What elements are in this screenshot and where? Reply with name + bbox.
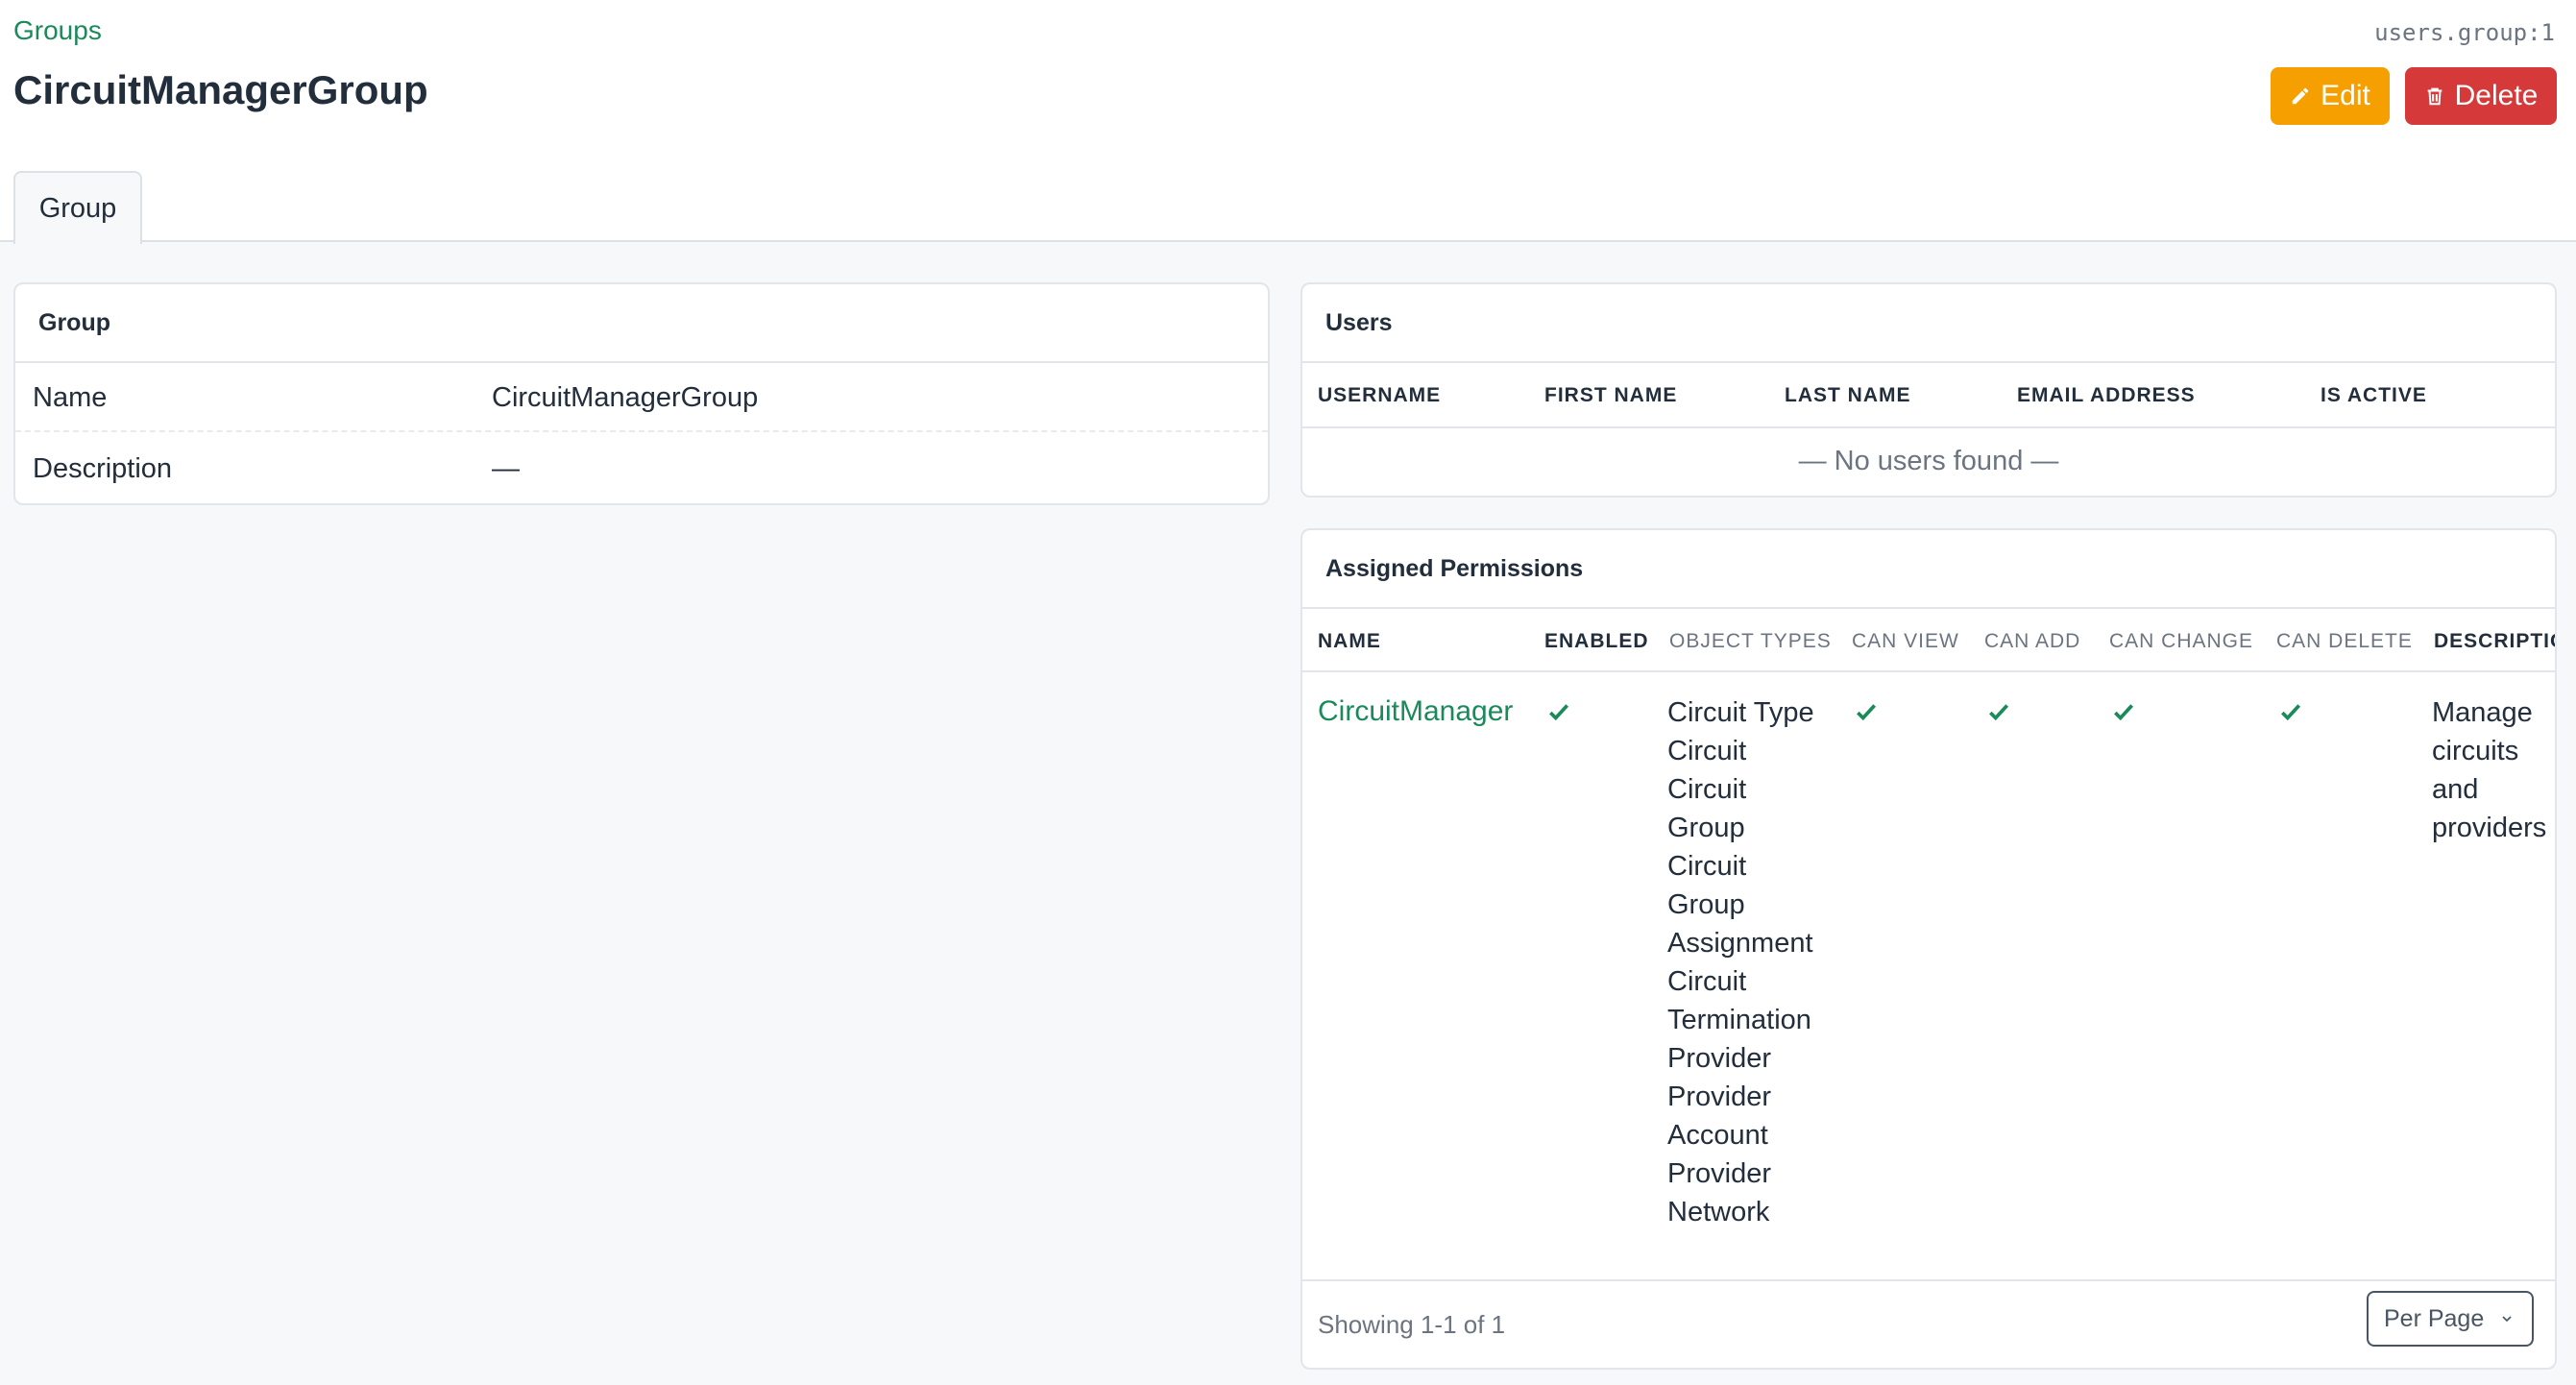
- object-type: Circuit Group: [1667, 774, 1747, 843]
- pencil-icon: [2292, 87, 2309, 105]
- can-delete-check-icon: [2281, 704, 2301, 721]
- permissions-card: Assigned Permissions NAME ENABLED OBJECT…: [1300, 528, 2557, 1370]
- enabled-check-icon: [1549, 704, 1569, 721]
- delete-button[interactable]: Delete: [2405, 67, 2557, 125]
- permission-description: Manage circuits and providers: [2432, 697, 2547, 843]
- edit-button[interactable]: Edit: [2271, 67, 2390, 125]
- object-type: Provider Network: [1667, 1158, 1771, 1227]
- object-type: Provider: [1667, 1043, 1771, 1074]
- attribute-value: —: [492, 453, 520, 484]
- object-identifier: users.group:1: [2374, 19, 2555, 46]
- object-type: Circuit Termination: [1667, 966, 1811, 1035]
- permissions-card-header: Assigned Permissions: [1302, 530, 2555, 609]
- permission-name-link[interactable]: CircuitManager: [1318, 695, 1513, 728]
- users-card: Users USERNAME FIRST NAME LAST NAME EMAI…: [1300, 282, 2557, 498]
- divider: [1302, 670, 2555, 672]
- attribute-row-name: Name CircuitManagerGroup: [15, 363, 1268, 432]
- object-types-list: Circuit Type Circuit Circuit Group Circu…: [1667, 693, 1831, 1231]
- attribute-row-description: Description —: [15, 434, 1268, 503]
- can-view-check-icon: [1857, 704, 1877, 721]
- column-header-can-delete: CAN DELETE: [2276, 630, 2413, 652]
- group-card: Group Name CircuitManagerGroup Descripti…: [13, 282, 1270, 505]
- divider: [1302, 1279, 2555, 1281]
- column-header-object-types: OBJECT TYPES: [1669, 630, 1832, 652]
- object-type: Circuit Group Assignment: [1667, 851, 1813, 959]
- breadcrumb-groups[interactable]: Groups: [13, 15, 102, 46]
- column-header-last-name[interactable]: LAST NAME: [1785, 384, 1911, 407]
- attribute-label: Description: [33, 453, 173, 484]
- delete-button-label: Delete: [2454, 80, 2539, 111]
- per-page-label: Per Page: [2384, 1304, 2485, 1332]
- column-header-first-name[interactable]: FIRST NAME: [1544, 384, 1677, 407]
- attribute-value: CircuitManagerGroup: [492, 382, 759, 413]
- column-header-can-view: CAN VIEW: [1852, 630, 1959, 652]
- column-header-is-active[interactable]: IS ACTIVE: [2321, 384, 2427, 407]
- object-type: Circuit: [1667, 736, 1747, 766]
- users-card-header: Users: [1302, 284, 2555, 363]
- per-page-select[interactable]: Per Page: [2367, 1291, 2534, 1347]
- can-add-check-icon: [1989, 704, 2009, 721]
- tab-group[interactable]: Group: [13, 171, 142, 244]
- chevron-down-icon: [2502, 1316, 2512, 1323]
- column-header-name[interactable]: NAME: [1318, 630, 1381, 653]
- column-header-enabled[interactable]: ENABLED: [1544, 630, 1649, 653]
- pagination-summary: Showing 1-1 of 1: [1318, 1310, 1506, 1339]
- column-header-email[interactable]: EMAIL ADDRESS: [2017, 384, 2196, 407]
- edit-button-label: Edit: [2321, 80, 2370, 111]
- column-header-can-change: CAN CHANGE: [2109, 630, 2254, 652]
- object-type: Circuit Type: [1667, 697, 1814, 728]
- column-header-username[interactable]: USERNAME: [1318, 384, 1441, 407]
- column-header-can-add: CAN ADD: [1984, 630, 2081, 652]
- divider: [1302, 426, 2555, 428]
- column-header-description[interactable]: DESCRIPTIO: [2434, 630, 2555, 653]
- attribute-label: Name: [33, 382, 108, 413]
- can-change-check-icon: [2114, 704, 2134, 721]
- group-card-header: Group: [15, 284, 1268, 363]
- trash-icon: [2427, 87, 2442, 106]
- page-title: CircuitManagerGroup: [13, 67, 428, 112]
- empty-state: — No users found —: [1798, 446, 2059, 476]
- object-type: Provider Account: [1667, 1081, 1771, 1151]
- page-header: Groups users.group:1 CircuitManagerGroup…: [0, 0, 2576, 244]
